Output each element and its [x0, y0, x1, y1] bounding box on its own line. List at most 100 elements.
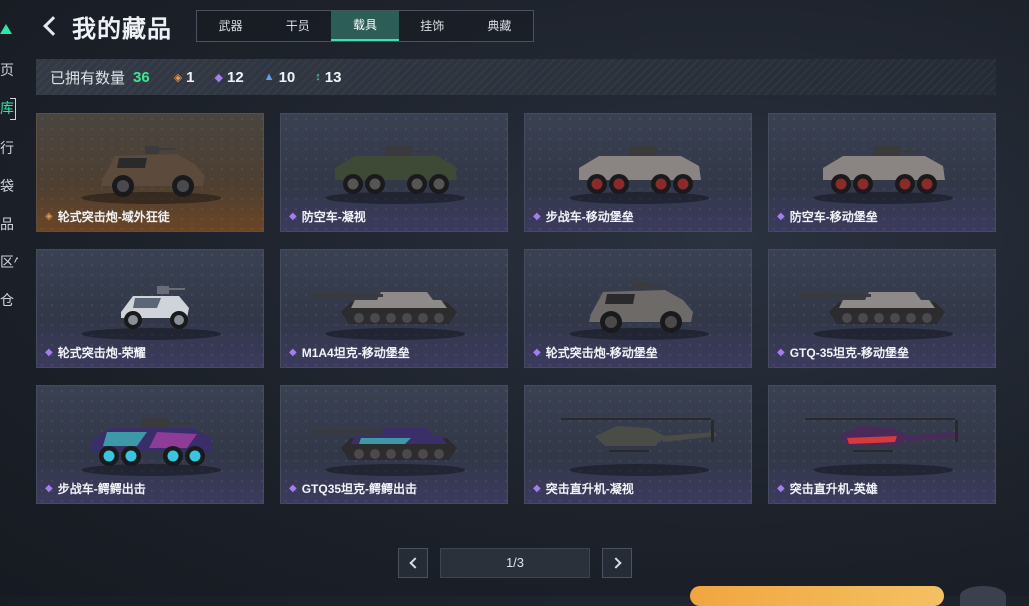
- left-nav-rail: 页 库 行 袋 品 区^ 仓: [0, 0, 18, 596]
- active-bracket-icon: [10, 98, 16, 120]
- vehicle-image: [37, 120, 263, 210]
- owned-label: 已拥有数量: [50, 69, 126, 87]
- vehicle-image: [281, 120, 507, 210]
- next-page-button[interactable]: [602, 548, 632, 578]
- nav-item-4[interactable]: 品: [0, 214, 18, 234]
- rarity-count: 1: [186, 68, 195, 86]
- rarity-count: 12: [226, 68, 244, 86]
- vehicle-name: 轮式突击炮-域外狂徒: [57, 210, 170, 224]
- vehicle-card[interactable]: ◆ 防空车-凝视: [280, 113, 508, 232]
- vehicle-name: GTQ35坦克-鳄鳄出击: [301, 482, 418, 496]
- tab-collection[interactable]: 典藏: [466, 11, 533, 41]
- vehicle-image: [769, 392, 995, 482]
- chevron-left-icon: [408, 557, 421, 569]
- purple-diamond-icon: ◆: [533, 211, 541, 222]
- category-tabs: 武器 干员 载具 挂饰 典藏: [196, 10, 534, 42]
- vehicle-name: GTQ-35坦克-移动堡垒: [789, 346, 910, 360]
- vehicle-card[interactable]: ◆ M1A4坦克-移动堡垒: [280, 249, 508, 368]
- vehicle-card[interactable]: ◆ 突击直升机-凝视: [524, 385, 752, 504]
- vehicle-name: 突击直升机-英雄: [789, 482, 878, 496]
- vehicle-card[interactable]: ◆ 防空车-移动堡垒: [768, 113, 996, 232]
- vehicle-name: M1A4坦克-移动堡垒: [301, 346, 410, 360]
- gold-diamond-icon: ◈: [45, 211, 53, 222]
- purple-diamond-icon: ◆: [214, 71, 223, 84]
- page-indicator: 1/3: [440, 548, 590, 578]
- rarity-count: 13: [324, 68, 342, 86]
- vehicle-image: [37, 392, 263, 482]
- tab-vehicles[interactable]: 载具: [331, 11, 399, 41]
- vehicle-name-row: ◆ 轮式突击炮-荣耀: [45, 344, 146, 361]
- purple-diamond-icon: ◆: [45, 347, 53, 358]
- vehicle-name-row: ◆ GTQ-35坦克-移动堡垒: [777, 344, 909, 361]
- purple-diamond-icon: ◆: [777, 211, 785, 222]
- page-title: 我的藏品: [72, 15, 172, 43]
- vehicle-image: [281, 392, 507, 482]
- tab-operators[interactable]: 干员: [264, 11, 331, 41]
- ownership-stats-bar: 已拥有数量 36 ◈ 1 ◆ 12 ▲ 10 ↕ 13: [36, 59, 996, 95]
- vehicle-name-row: ◆ 突击直升机-英雄: [777, 480, 878, 497]
- vehicle-image: [37, 256, 263, 346]
- vehicle-name-row: ◆ M1A4坦克-移动堡垒: [289, 344, 410, 361]
- bottom-round-button[interactable]: [960, 586, 1006, 606]
- purple-diamond-icon: ◆: [533, 483, 541, 494]
- vehicle-card[interactable]: ◆ GTQ-35坦克-移动堡垒: [768, 249, 996, 368]
- vehicle-name-row: ◆ 步战车-移动堡垒: [533, 208, 634, 225]
- rarity-count: 10: [278, 68, 296, 86]
- bottom-action-button[interactable]: [690, 586, 944, 606]
- vehicle-name-row: ◆ 轮式突击炮-移动堡垒: [533, 344, 658, 361]
- nav-item-5[interactable]: 区^: [0, 252, 18, 272]
- vehicle-card[interactable]: ◆ 轮式突击炮-荣耀: [36, 249, 264, 368]
- tab-charms[interactable]: 挂饰: [399, 11, 466, 41]
- vehicle-image: [525, 256, 751, 346]
- vehicle-name-row: ◈ 轮式突击炮-域外狂徒: [45, 208, 170, 225]
- rarity-stat-blue: ▲ 10: [264, 69, 296, 86]
- purple-diamond-icon: ◆: [289, 347, 297, 358]
- purple-diamond-icon: ◆: [533, 347, 541, 358]
- rarity-stat-green: ↕ 13: [315, 69, 341, 86]
- up-arrow-icon[interactable]: [0, 24, 12, 34]
- nav-item-2[interactable]: 行: [0, 138, 18, 158]
- vehicle-image: [525, 120, 751, 210]
- vehicle-name: 轮式突击炮-荣耀: [57, 346, 146, 360]
- vehicle-name-row: ◆ 步战车-鳄鳄出击: [45, 480, 146, 497]
- vehicle-card[interactable]: ◆ GTQ35坦克-鳄鳄出击: [280, 385, 508, 504]
- vehicle-image: [281, 256, 507, 346]
- purple-diamond-icon: ◆: [45, 483, 53, 494]
- back-icon[interactable]: [43, 16, 63, 36]
- vehicle-name: 防空车-移动堡垒: [789, 210, 878, 224]
- vehicle-name: 步战车-移动堡垒: [545, 210, 634, 224]
- vehicle-name-row: ◆ GTQ35坦克-鳄鳄出击: [289, 480, 417, 497]
- vehicle-name-row: ◆ 突击直升机-凝视: [533, 480, 634, 497]
- vehicle-name: 步战车-鳄鳄出击: [57, 482, 146, 496]
- vehicle-name-row: ◆ 防空车-凝视: [289, 208, 366, 225]
- owned-count: 36: [133, 68, 150, 86]
- tab-weapons[interactable]: 武器: [197, 11, 264, 41]
- purple-diamond-icon: ◆: [289, 211, 297, 222]
- purple-diamond-icon: ◆: [289, 483, 297, 494]
- chevron-right-icon: [609, 557, 622, 569]
- purple-diamond-icon: ◆: [777, 347, 785, 358]
- prev-page-button[interactable]: [398, 548, 428, 578]
- rarity-stat-purple: ◆ 12: [215, 69, 244, 86]
- gold-diamond-icon: ◈: [173, 71, 183, 84]
- vehicle-card[interactable]: ◆ 突击直升机-英雄: [768, 385, 996, 504]
- nav-item-3[interactable]: 袋: [0, 176, 18, 196]
- vehicle-name: 防空车-凝视: [301, 210, 366, 224]
- vehicle-card[interactable]: ◆ 轮式突击炮-移动堡垒: [524, 249, 752, 368]
- vehicle-card[interactable]: ◈ 轮式突击炮-域外狂徒: [36, 113, 264, 232]
- pagination: 1/3: [398, 548, 632, 578]
- vehicle-name: 突击直升机-凝视: [545, 482, 634, 496]
- page-header: 我的藏品: [36, 8, 172, 44]
- rarity-stat-gold: ◈ 1: [174, 69, 195, 86]
- vehicle-card[interactable]: ◆ 步战车-鳄鳄出击: [36, 385, 264, 504]
- green-arrows-icon: ↕: [315, 71, 321, 83]
- blue-chevron-icon: ▲: [263, 71, 275, 83]
- vehicle-image: [769, 256, 995, 346]
- nav-item-0[interactable]: 页: [0, 60, 18, 80]
- vehicle-image: [769, 120, 995, 210]
- purple-diamond-icon: ◆: [777, 483, 785, 494]
- vehicle-card[interactable]: ◆ 步战车-移动堡垒: [524, 113, 752, 232]
- vehicle-name-row: ◆ 防空车-移动堡垒: [777, 208, 878, 225]
- nav-item-6[interactable]: 仓: [0, 290, 18, 310]
- vehicle-name: 轮式突击炮-移动堡垒: [545, 346, 658, 360]
